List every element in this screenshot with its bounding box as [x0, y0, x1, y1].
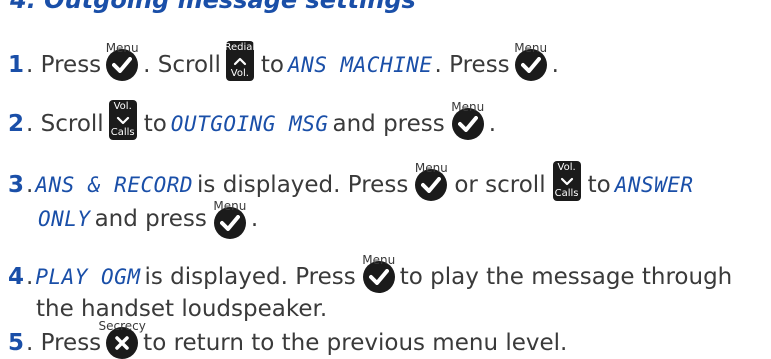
display-text: PLAY OGM	[35, 265, 141, 289]
step-text: .	[488, 111, 497, 137]
step-text: .	[551, 52, 559, 78]
step-3: 3 . ANS & RECORD is displayed. Press Men…	[8, 161, 696, 205]
step-text: .	[250, 206, 259, 232]
step-text: to play the message through	[399, 264, 733, 290]
menu-key: Menu	[362, 253, 395, 293]
key-label-bottom: Vol.	[230, 68, 249, 79]
menu-key: Menu	[213, 199, 246, 239]
key-caption: Menu	[105, 41, 139, 55]
menu-key: Menu	[415, 161, 448, 201]
step-text: and press	[94, 206, 207, 232]
key-label-bottom: Calls	[554, 188, 579, 199]
key-caption: Menu	[514, 41, 548, 55]
display-text: ANS MACHINE	[287, 53, 433, 77]
step-number: 2	[8, 111, 25, 137]
step-5: 5 . Press Secrecy to return to the previ…	[8, 319, 568, 359]
key-label-top: Vol.	[557, 162, 576, 173]
step-text: to	[587, 172, 611, 198]
display-text: ANS & RECORD	[35, 173, 194, 197]
step-4: 4 . PLAY OGM is displayed. Press Menu to…	[8, 253, 733, 293]
step-text: . Press	[26, 330, 102, 356]
step-text: and press	[332, 111, 445, 137]
secrecy-key: Secrecy	[98, 319, 146, 359]
menu-key: Menu	[106, 41, 139, 81]
step-text: . Press	[26, 52, 102, 78]
step-3-continued: ONLY and press Menu .	[36, 199, 259, 239]
heading-strip: 4. Outgoing message settings	[0, 0, 771, 14]
step-text: to	[260, 52, 284, 78]
step-2: 2 . Scroll Vol. Calls to OUTGOING MSG an…	[8, 100, 497, 144]
key-caption: Menu	[213, 199, 247, 213]
step-text: the handset loudspeaker.	[36, 296, 328, 322]
step-text: .	[26, 264, 34, 290]
chevron-down-icon	[560, 177, 573, 185]
key-caption: Menu	[414, 161, 448, 175]
menu-key: Menu	[451, 100, 484, 140]
step-text: is displayed. Press	[144, 264, 356, 290]
step-text: or scroll	[454, 172, 546, 198]
key-caption: Menu	[362, 253, 396, 267]
step-text: . Scroll	[143, 52, 221, 78]
chevron-down-icon	[116, 116, 129, 124]
key-label-top: Vol.	[113, 101, 132, 112]
key-caption: Menu	[451, 100, 485, 114]
step-text: to return to the previous menu level.	[143, 330, 568, 356]
step-text: . Scroll	[26, 111, 104, 137]
redial-vol-key: Redial Vol.	[224, 41, 256, 81]
chevron-up-icon	[233, 57, 246, 65]
vol-calls-key: Vol. Calls	[552, 161, 581, 201]
step-number: 4	[8, 264, 25, 290]
step-text: . Press	[434, 52, 510, 78]
step-1: 1 . Press Menu . Scroll Redial Vol. to A…	[8, 41, 559, 85]
key-label-top: Redial	[224, 42, 256, 53]
display-text: ANSWER	[614, 173, 694, 197]
step-4-continued: the handset loudspeaker.	[36, 293, 327, 325]
display-text: OUTGOING MSG	[170, 112, 329, 136]
key-caption: Secrecy	[98, 319, 146, 333]
vol-calls-key: Vol. Calls	[108, 100, 137, 140]
step-number: 3	[8, 172, 25, 198]
display-text: ONLY	[38, 207, 91, 231]
step-number: 1	[8, 52, 25, 78]
step-text: to	[143, 111, 167, 137]
step-number: 5	[8, 330, 25, 356]
section-heading: 4. Outgoing message settings	[10, 0, 416, 14]
menu-key: Menu	[514, 41, 547, 81]
key-label-bottom: Calls	[110, 127, 135, 138]
step-text: .	[26, 172, 34, 198]
